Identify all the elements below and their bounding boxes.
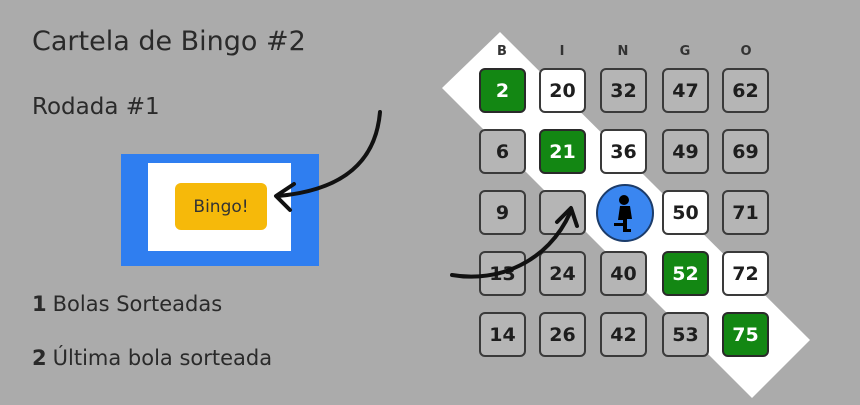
bingo-frame: Bingo! xyxy=(121,154,319,266)
card-cell[interactable]: 21 xyxy=(539,129,586,174)
card-cell[interactable]: 69 xyxy=(722,129,769,174)
card-cell[interactable]: 72 xyxy=(722,251,769,296)
card-cell[interactable]: 49 xyxy=(662,129,709,174)
card-cell[interactable] xyxy=(539,190,586,235)
bingo-panel: Bingo! xyxy=(148,163,291,251)
card-cell[interactable]: 9 xyxy=(479,190,526,235)
stat-last-ball: 2 Última bola sorteada xyxy=(32,346,272,370)
column-letter-o: O xyxy=(740,44,752,59)
card-cell[interactable]: 71 xyxy=(722,190,769,235)
card-cell[interactable]: 36 xyxy=(600,129,647,174)
column-letter-g: G xyxy=(679,44,691,59)
card-cell[interactable]: 32 xyxy=(600,68,647,113)
card-cell[interactable]: 75 xyxy=(722,312,769,357)
card-cell[interactable]: 14 xyxy=(479,312,526,357)
card-cell[interactable]: 13 xyxy=(479,251,526,296)
round-label: Rodada #1 xyxy=(32,94,160,120)
stat-last-number: 2 xyxy=(32,346,47,370)
card-cell[interactable]: 40 xyxy=(600,251,647,296)
card-cell[interactable]: 50 xyxy=(662,190,709,235)
column-letter-n: N xyxy=(617,44,629,59)
card-cell[interactable]: 2 xyxy=(479,68,526,113)
stat-last-label: Última bola sorteada xyxy=(52,346,273,370)
card-cell[interactable]: 52 xyxy=(662,251,709,296)
bingo-button[interactable]: Bingo! xyxy=(175,183,267,230)
card-cell[interactable]: 42 xyxy=(600,312,647,357)
page-title: Cartela de Bingo #2 xyxy=(32,26,306,57)
card-cell[interactable]: 47 xyxy=(662,68,709,113)
person-icon xyxy=(614,195,632,232)
card-cell[interactable]: 24 xyxy=(539,251,586,296)
card-cell[interactable]: 26 xyxy=(539,312,586,357)
column-letter-i: I xyxy=(559,44,565,59)
column-letter-b: B xyxy=(497,44,507,59)
stat-drawn-count: 1 xyxy=(32,292,47,316)
card-cell[interactable]: 62 xyxy=(722,68,769,113)
card-cell[interactable]: 53 xyxy=(662,312,709,357)
stat-drawn-label: Bolas Sorteadas xyxy=(52,292,223,316)
stat-drawn-balls: 1 Bolas Sorteadas xyxy=(32,292,222,316)
free-space[interactable] xyxy=(596,184,654,242)
card-cell[interactable]: 20 xyxy=(539,68,586,113)
card-cell[interactable]: 6 xyxy=(479,129,526,174)
